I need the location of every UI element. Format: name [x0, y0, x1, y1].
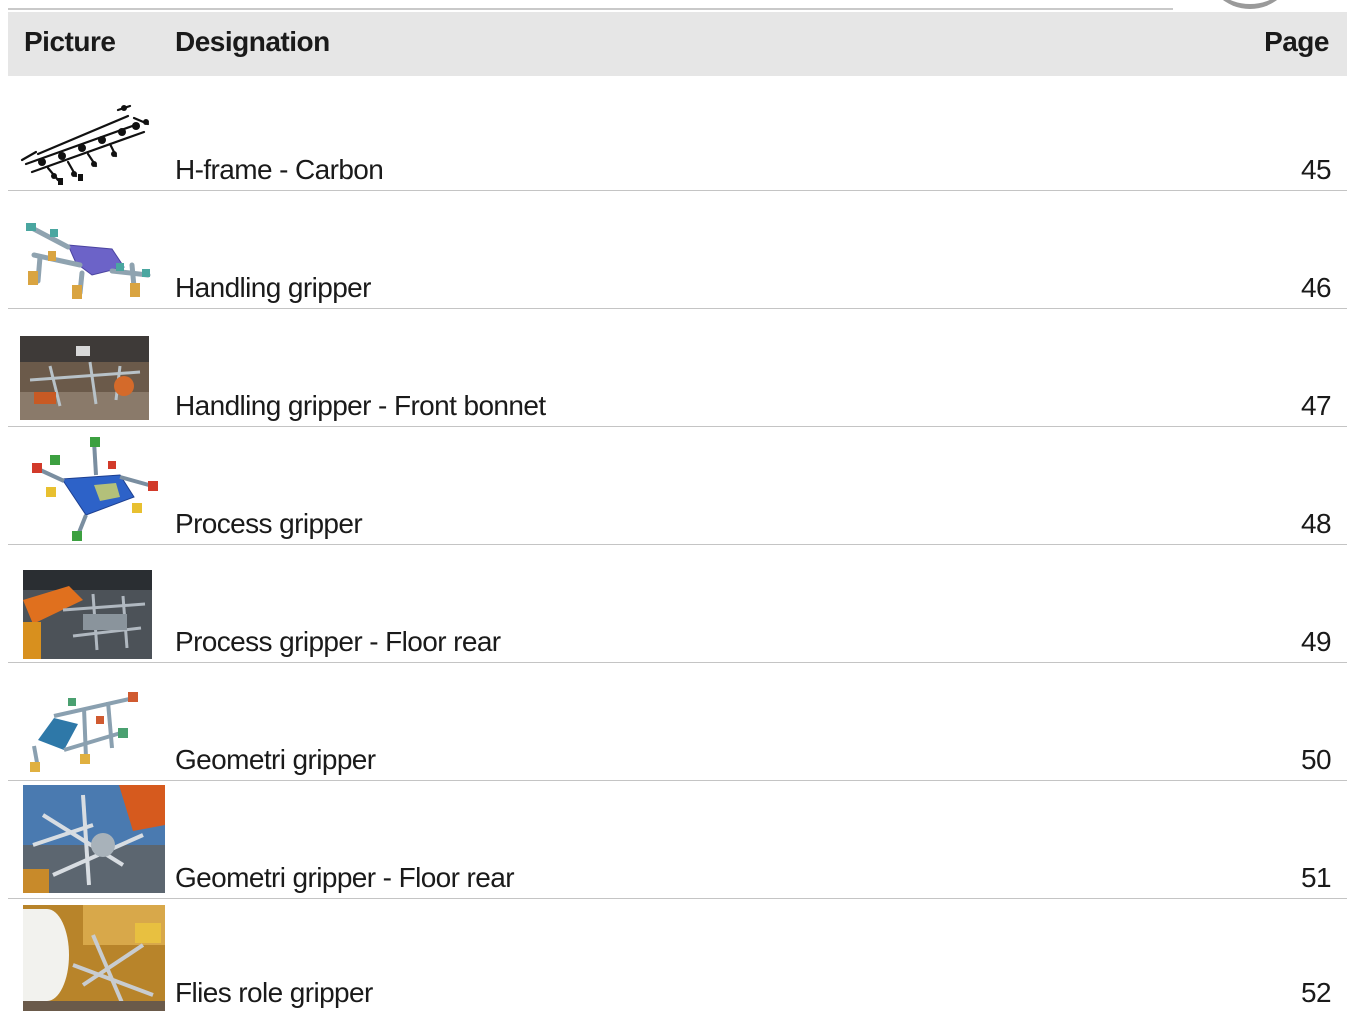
header-designation: Designation: [175, 26, 330, 57]
page-number[interactable]: 52: [1301, 977, 1332, 1009]
table-row: Process gripper 48: [8, 427, 1347, 545]
geometri-floor-rear-photo: [23, 785, 165, 893]
designation-text: Process gripper: [175, 508, 363, 539]
table-row: Handling gripper - Front bonnet 47: [8, 309, 1347, 427]
flies-role-photo-icon: [23, 905, 165, 1011]
corner-arc-decoration: [1205, 0, 1295, 9]
table-row: Flies role gripper 52: [8, 899, 1347, 1013]
table-row: H-frame - Carbon 45: [8, 76, 1347, 191]
designation-text: Flies role gripper: [175, 977, 373, 1008]
handling-gripper-render: [20, 215, 158, 303]
designation-text: Geometri gripper: [175, 744, 376, 775]
designation-text: H-frame - Carbon: [175, 154, 384, 185]
process-gripper-render: [24, 435, 162, 541]
handling-gripper-render-icon: [26, 223, 151, 299]
table-row: Process gripper - Floor rear 49: [8, 545, 1347, 663]
table-row: Geometri gripper - Floor rear 51: [8, 781, 1347, 899]
geometri-floor-rear-photo-icon: [23, 785, 165, 893]
designation-text: Handling gripper - Front bonnet: [175, 390, 546, 421]
designation-text: Process gripper - Floor rear: [175, 626, 501, 657]
page-number[interactable]: 45: [1301, 154, 1332, 186]
flies-role-photo: [23, 905, 165, 1011]
designation-text: Geometri gripper - Floor rear: [175, 862, 515, 893]
floor-rear-photo-icon: [23, 570, 152, 659]
page-number[interactable]: 49: [1301, 626, 1332, 658]
floor-rear-photo: [23, 570, 152, 659]
h-frame-carbon-drawing: [18, 104, 153, 186]
table-row: Handling gripper 46: [8, 191, 1347, 309]
page-number[interactable]: 51: [1301, 862, 1332, 894]
table-header: Picture Designation Page: [8, 12, 1347, 76]
header-picture: Picture: [24, 26, 116, 57]
product-catalog-table: Picture Designation Page H-frame - Carbo…: [8, 12, 1347, 1013]
process-gripper-render-icon: [32, 437, 158, 541]
h-frame-drawing-icon: [20, 104, 150, 185]
geometri-gripper-render-icon: [30, 692, 138, 772]
front-bonnet-photo: [20, 336, 149, 420]
geometri-gripper-render: [24, 688, 142, 774]
designation-text: Handling gripper: [175, 272, 371, 303]
page-number[interactable]: 46: [1301, 272, 1332, 304]
top-rule: [8, 8, 1173, 10]
page-number[interactable]: 48: [1301, 508, 1332, 540]
table-row: Geometri gripper 50: [8, 663, 1347, 781]
page-number[interactable]: 50: [1301, 744, 1332, 776]
page-number[interactable]: 47: [1301, 390, 1332, 422]
front-bonnet-photo-icon: [20, 336, 149, 420]
header-page: Page: [1264, 26, 1329, 57]
